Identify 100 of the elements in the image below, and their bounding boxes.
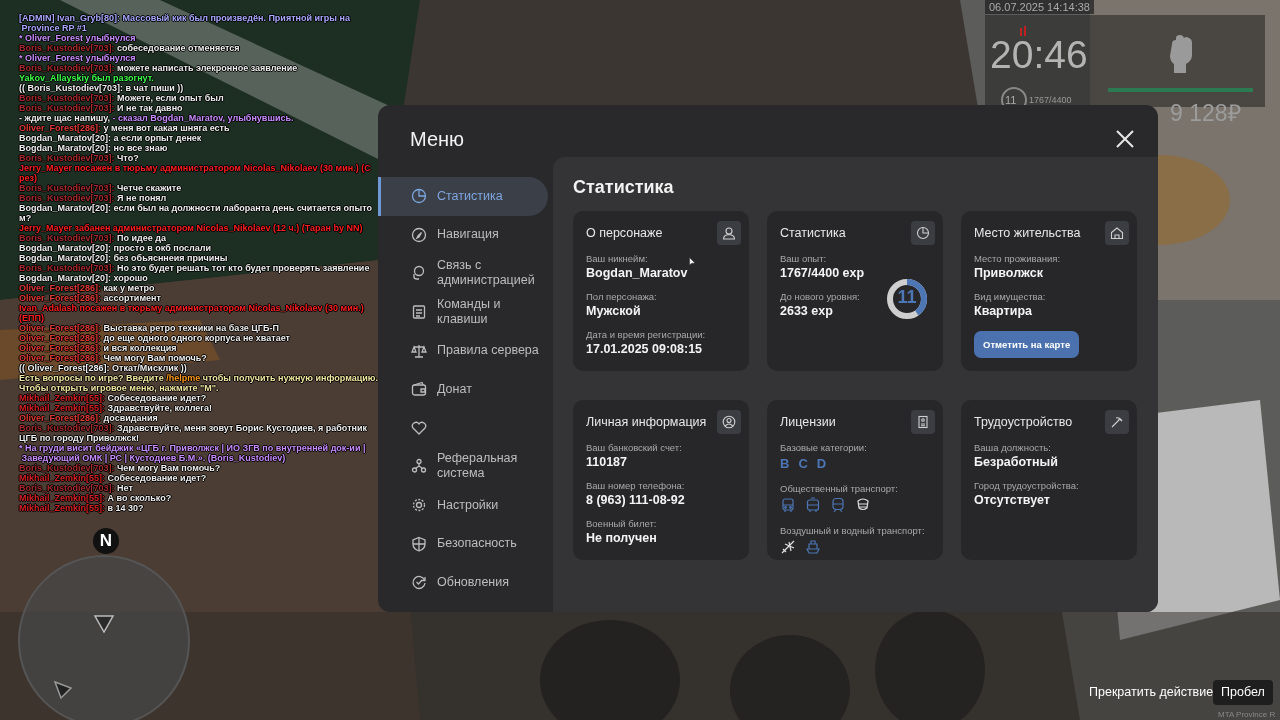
player-name: Mikhail_Zemkin[55]: — [19, 393, 106, 403]
chat-message: Четче скажите — [117, 183, 182, 193]
chat-message: как у метро — [103, 283, 155, 293]
sidebar-item[interactable]: Донат — [378, 369, 548, 409]
field-label: До нового уровня: — [780, 291, 860, 302]
chat-message: Нет — [117, 483, 133, 493]
chat-message: (( Oliver_Forest[286]: Откат/Мисклик )) — [19, 363, 187, 373]
chat-message: (ЕПП) — [19, 313, 44, 323]
field-value: Bogdan_Maratov — [586, 266, 688, 280]
field-label: Военный билет: — [586, 518, 657, 529]
player-name: Oliver_Forest[286]: — [19, 283, 102, 293]
player-name: Boris_Kustodiev[703]: — [19, 263, 115, 273]
experience-counter: 1767/4400 — [1029, 95, 1072, 105]
chat-message: можете написать элекронное заявление — [117, 63, 298, 73]
chat-message: Ivan_Adalash посажен в тюрьму администратором Nicolas_Nikolaev (30 мин.) — [19, 303, 364, 313]
navigation-icon — [411, 226, 427, 243]
card-title: Лицензии — [780, 415, 836, 429]
chat-message: По идее да — [117, 233, 166, 243]
document-icon — [911, 410, 935, 434]
license-category: C — [798, 456, 808, 471]
chat-message: Yakov_Allayskiy был разогнут. — [19, 73, 154, 83]
field-value: Безработный — [974, 455, 1058, 469]
sidebar-item[interactable]: Безопасность — [378, 524, 548, 563]
chat-message: Jerry_Mayer забанен администратором Nicolas_Nikolaev (12 ч.) (Таран by NN) — [19, 223, 363, 233]
chat-message: собеседование отменяется — [117, 43, 240, 53]
license-category: D — [816, 456, 827, 471]
player-name: Boris_Kustodiev[703]: — [19, 463, 115, 473]
field-label: Дата и время регистрации: — [586, 329, 706, 340]
chat-message: Jerry_Mayer посажен в тюрьму администратором Nicolas_Nikolaev (30 мин.) (С — [19, 163, 371, 173]
player-name: Mikhail_Zemkin[55]: — [19, 503, 106, 513]
person-icon — [717, 221, 741, 245]
chat-message: Чтобы открыть игровое меню, нажмите "M". — [19, 383, 219, 393]
field-label: Место проживания: — [974, 253, 1061, 264]
pickaxe-icon — [1105, 410, 1129, 434]
support-icon — [411, 265, 427, 282]
field-label: Ваш опыт: — [780, 253, 827, 264]
chat-message: [ADMIN] Ivan_Gryb[80]: Массовый кик был произведён. Приятной игры на — [19, 13, 350, 23]
player-name: Bogdan_Maratov[20]: — [19, 143, 111, 153]
chat-message: Что? — [117, 153, 139, 163]
pie-chart-icon — [911, 221, 935, 245]
license-category: B — [780, 456, 790, 471]
sidebar-item[interactable]: Правила сервера — [378, 331, 548, 370]
card-title: Трудоустройство — [974, 415, 1073, 429]
chat-message: Есть вопросы по игре? Введите /helpme чтобы получить нужную информацию. — [19, 373, 378, 383]
chat-message: у меня вот какая шняга есть — [103, 123, 230, 133]
chat-message: ЦГБ по городу Приволжск! — [19, 433, 140, 443]
sidebar-item[interactable]: Статистика — [378, 177, 548, 216]
chat-message: Здравствуйте, меня зовут Борис Кустодиев, я работник — [117, 423, 368, 433]
player-name: Oliver_Forest[286]: — [19, 343, 102, 353]
player-name: Boris_Kustodiev[703]: — [19, 153, 115, 163]
sidebar-item[interactable]: Связь с администрацией — [378, 254, 548, 293]
field-label: Пол персонажа: — [586, 291, 657, 302]
profile-icon — [717, 410, 741, 434]
sidebar-item[interactable]: Команды и клавиши — [378, 292, 548, 332]
rules-icon — [411, 342, 427, 359]
map-button[interactable]: Отметить на карте — [974, 331, 1080, 358]
field-value: 2633 exp — [780, 304, 833, 318]
house-icon — [1105, 221, 1129, 245]
referral-icon — [411, 458, 427, 475]
field-value: Квартира — [974, 304, 1032, 318]
sidebar-item[interactable]: Обновления — [378, 562, 548, 602]
sidebar-item[interactable]: Реферальная система — [378, 447, 548, 486]
player-name: Mikhail_Zemkin[55]: — [19, 493, 106, 503]
security-icon — [411, 535, 427, 552]
section-heading: Статистика — [573, 177, 675, 199]
player-name: Boris_Kustodiev[703]: — [19, 43, 115, 53]
chat-message: Province RP #1 — [20, 23, 87, 33]
player-name: Boris_Kustodiev[703]: — [19, 93, 115, 103]
player-name: Oliver_Forest[286]: — [19, 123, 102, 133]
chat-message: * На груди висит бейджик «ЦГБ г. Приволжск | ИО ЗГВ по внутренней док-ии | — [19, 443, 366, 453]
server-label: MTA Province R — [1218, 710, 1276, 719]
close-button[interactable] — [1116, 130, 1134, 148]
marker-arrow-icon — [53, 680, 73, 700]
card-title: О персонаже — [586, 226, 663, 240]
card-title: Место жительства — [974, 226, 1081, 240]
field-value: Мужской — [586, 304, 641, 318]
chat-message: и вся коллекция — [103, 343, 177, 353]
chat-message: Выставка ретро техники на базе ЦГБ-П — [103, 323, 279, 333]
chat-message: ассортимент — [103, 293, 161, 303]
field-label: Базовые категории: — [780, 442, 867, 453]
chat-message: Но это будет решать тот кто будет проверять заявление — [117, 263, 370, 273]
player-name: Bogdan_Maratov[20]: — [19, 243, 111, 253]
chat-message: Собеседование идет? — [107, 393, 207, 403]
sidebar-item[interactable]: Навигация — [378, 215, 548, 255]
sidebar-item[interactable]: Настройки — [378, 485, 548, 525]
field-value: 17.01.2025 09:08:15 — [586, 342, 703, 356]
field-label: Ваша должность: — [974, 442, 1051, 453]
money-counter: 9 128₽ — [1170, 99, 1241, 128]
chat-message: * Oliver_Forest улыбнулся — [19, 53, 136, 63]
field-value: 1767/4400 exp — [780, 266, 865, 280]
player-arrow-icon — [93, 614, 115, 634]
field-value: 110187 — [586, 455, 628, 469]
chat-message: просто в окб послали — [113, 243, 212, 253]
player-name: Mikhail_Zemkin[55]: — [19, 473, 106, 483]
field-label: Общественный транспорт: — [780, 483, 898, 494]
action-prompt: Прекратить действие — [1089, 685, 1214, 699]
field-label: Город трудоустройства: — [974, 480, 1079, 491]
player-name: Mikhail_Zemkin[55]: — [19, 403, 106, 413]
chat-message: до еще одного одного корпуса не хватает — [103, 333, 290, 343]
field-value: 8 (963) 111-08-92 — [586, 493, 685, 507]
